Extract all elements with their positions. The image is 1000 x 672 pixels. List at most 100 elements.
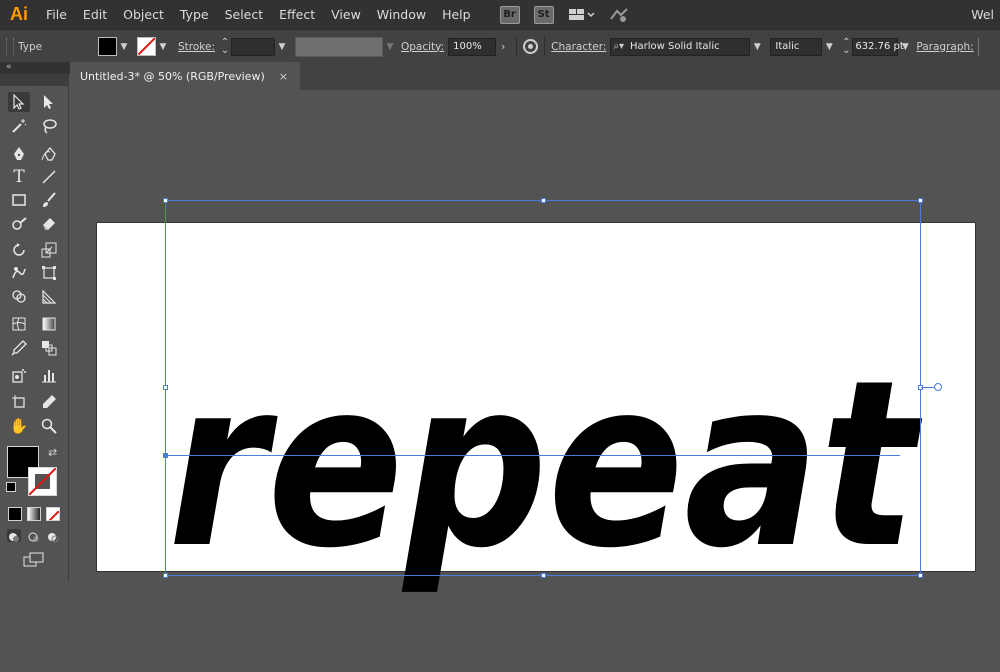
- slice-icon[interactable]: [38, 392, 60, 412]
- text-baseline: [165, 455, 900, 456]
- resize-handle-top[interactable]: [541, 198, 546, 203]
- type-icon[interactable]: T: [8, 167, 30, 187]
- gradient-mode-icon[interactable]: [27, 507, 41, 521]
- direct-selection-icon[interactable]: [38, 92, 60, 112]
- warp-icon[interactable]: [8, 263, 30, 283]
- resize-handle-bottom-left[interactable]: [163, 573, 168, 578]
- type-mode-label: Type: [18, 40, 43, 53]
- character-label[interactable]: Character:: [551, 41, 606, 53]
- screen-mode-icon[interactable]: [23, 552, 45, 572]
- stock-button[interactable]: St: [533, 5, 554, 24]
- menu-window[interactable]: Window: [369, 7, 434, 22]
- pen-icon[interactable]: [8, 144, 30, 164]
- menu-select[interactable]: Select: [217, 7, 272, 22]
- font-size-input[interactable]: 632.76 pt: [852, 37, 904, 56]
- recolor-artwork-icon[interactable]: [523, 39, 539, 54]
- stroke-color-box[interactable]: [28, 467, 57, 496]
- font-size-dropdown-icon[interactable]: ▼: [898, 42, 912, 52]
- workspace-switcher[interactable]: Wel: [971, 7, 1000, 22]
- eyedropper-icon[interactable]: [8, 338, 30, 358]
- opacity-label[interactable]: Opacity:: [401, 41, 444, 53]
- resize-handle-top-left[interactable]: [163, 198, 168, 203]
- document-tab-title: Untitled-3* @ 50% (RGB/Preview): [80, 69, 265, 83]
- canvas[interactable]: repeat: [70, 90, 1000, 599]
- shaper-icon[interactable]: [8, 214, 30, 234]
- rotate-icon[interactable]: [8, 240, 30, 260]
- font-size-stepper-icon[interactable]: ⌃ ⌄: [840, 37, 852, 55]
- lasso-icon[interactable]: [38, 116, 60, 136]
- control-bar-grip[interactable]: [6, 37, 14, 56]
- menu-type[interactable]: Type: [172, 7, 217, 22]
- menu-edit[interactable]: Edit: [75, 7, 115, 22]
- font-style-dropdown-icon[interactable]: ▼: [822, 42, 836, 52]
- free-transform-icon[interactable]: [38, 263, 60, 283]
- menu-view[interactable]: View: [323, 7, 369, 22]
- artboard-icon[interactable]: [8, 392, 30, 412]
- selection-icon[interactable]: [8, 92, 30, 112]
- stroke-weight-input[interactable]: [231, 37, 275, 56]
- menu-help[interactable]: Help: [434, 7, 479, 22]
- profile-dropdown-icon[interactable]: ▼: [383, 42, 397, 52]
- stroke-dropdown-icon[interactable]: ▼: [156, 42, 170, 52]
- rectangle-icon[interactable]: [8, 190, 30, 210]
- menu-file[interactable]: File: [38, 7, 75, 22]
- font-family-dropdown-icon[interactable]: ▼: [750, 42, 764, 52]
- font-style-input[interactable]: Italic: [770, 37, 823, 56]
- gradient-icon[interactable]: [38, 314, 60, 334]
- stroke-weight-dropdown-icon[interactable]: ▼: [275, 42, 289, 52]
- none-mode-icon[interactable]: [46, 507, 60, 521]
- arrange-documents-icon[interactable]: [568, 8, 595, 22]
- stroke-stepper-icon[interactable]: ⌃ ⌄: [219, 37, 231, 55]
- resize-handle-top-right[interactable]: [918, 198, 923, 203]
- out-port-line: [921, 387, 935, 388]
- stroke-swatch[interactable]: [137, 37, 156, 56]
- perspective-icon[interactable]: [38, 287, 60, 307]
- bridge-button[interactable]: Br: [499, 5, 520, 24]
- line-icon[interactable]: [38, 167, 60, 187]
- hand-icon[interactable]: ✋: [8, 416, 30, 436]
- draw-mode-inside-icon[interactable]: [46, 529, 60, 543]
- resize-handle-bottom[interactable]: [541, 573, 546, 578]
- menu-effect[interactable]: Effect: [271, 7, 323, 22]
- tab-untitled-3[interactable]: Untitled-3* @ 50% (RGB/Preview) ×: [70, 62, 300, 90]
- font-family-value: Harlow Solid Italic: [630, 41, 720, 52]
- paragraph-label[interactable]: Paragraph:: [916, 41, 973, 53]
- font-family-input[interactable]: ⌕▾ Harlow Solid Italic: [610, 37, 751, 56]
- shape-builder-icon[interactable]: [8, 287, 30, 307]
- resize-handle-bottom-right[interactable]: [918, 573, 923, 578]
- magic-wand-icon[interactable]: [8, 116, 30, 136]
- draw-mode-behind-icon[interactable]: [27, 529, 41, 542]
- gpu-performance-icon[interactable]: [609, 7, 629, 23]
- graph-icon[interactable]: [38, 365, 60, 385]
- selection-bounding-box[interactable]: [165, 200, 921, 576]
- close-icon[interactable]: ×: [279, 70, 288, 83]
- paintbrush-icon[interactable]: [38, 190, 60, 210]
- opacity-arrow-icon[interactable]: ›: [496, 40, 510, 53]
- opacity-input[interactable]: 100%: [448, 37, 497, 56]
- tools-panel-header[interactable]: [0, 74, 68, 86]
- divider: [516, 36, 518, 57]
- tools-panel-collapse[interactable]: «: [0, 62, 70, 74]
- font-search-icon[interactable]: ⌕▾: [613, 41, 624, 52]
- text-out-port[interactable]: [934, 383, 942, 391]
- eraser-icon[interactable]: [38, 214, 60, 234]
- text-baseline-anchor[interactable]: [163, 453, 168, 458]
- scale-icon[interactable]: [38, 240, 60, 260]
- curvature-icon[interactable]: [38, 144, 60, 164]
- fill-swatch[interactable]: [98, 37, 117, 56]
- swap-fill-stroke-icon[interactable]: ⇄: [48, 446, 57, 459]
- resize-handle-left[interactable]: [163, 385, 168, 390]
- variable-width-profile[interactable]: [295, 36, 383, 57]
- zoom-icon[interactable]: [38, 416, 60, 436]
- fill-dropdown-icon[interactable]: ▼: [117, 42, 131, 52]
- mesh-icon[interactable]: [8, 314, 30, 334]
- default-colors-icon[interactable]: [6, 482, 16, 492]
- blend-icon[interactable]: [38, 338, 60, 358]
- document-tab-bar: Untitled-3* @ 50% (RGB/Preview) ×: [70, 62, 1000, 90]
- symbol-sprayer-icon[interactable]: [8, 365, 30, 385]
- menu-bar: Ai File Edit Object Type Select Effect V…: [0, 0, 1000, 29]
- color-mode-icon[interactable]: [8, 507, 22, 521]
- draw-mode-normal-icon[interactable]: [7, 529, 21, 542]
- menu-object[interactable]: Object: [115, 7, 172, 22]
- stroke-label[interactable]: Stroke:: [178, 41, 215, 53]
